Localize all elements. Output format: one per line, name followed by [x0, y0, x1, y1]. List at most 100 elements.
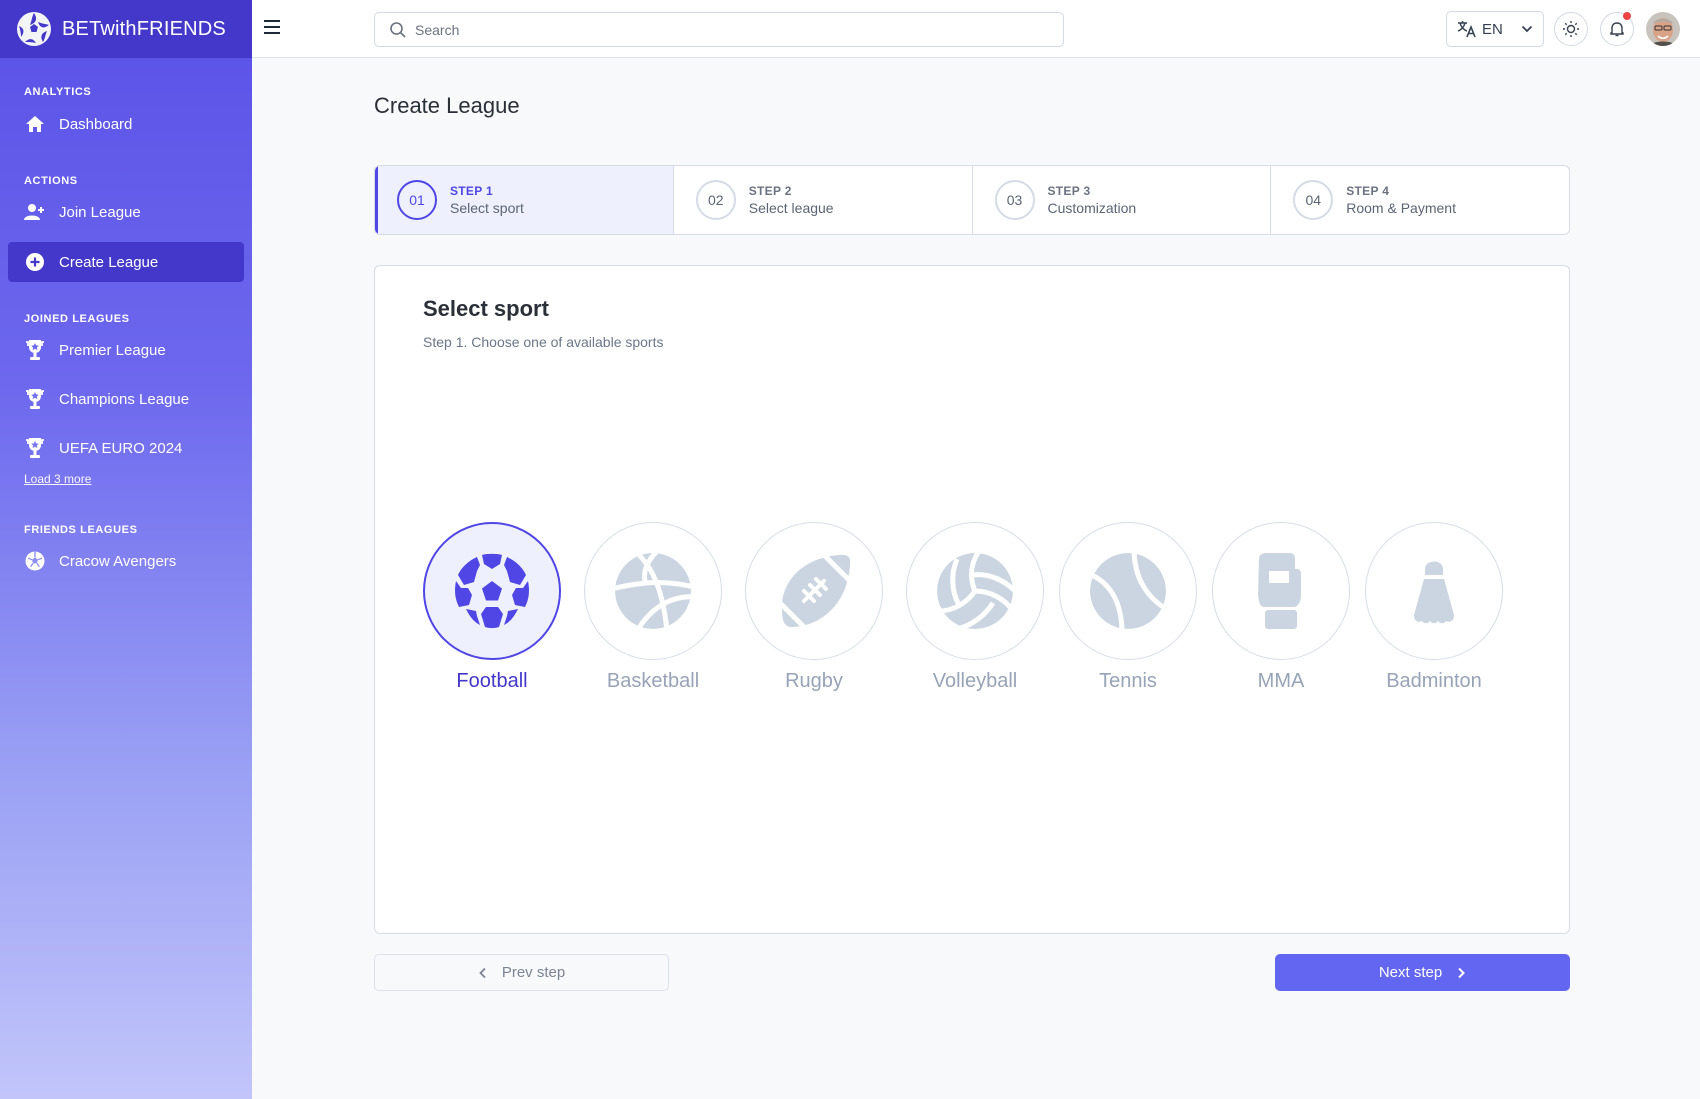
step-number: 03	[994, 180, 1035, 220]
hamburger-icon	[264, 20, 280, 34]
language-value: EN	[1482, 20, 1503, 38]
brand-name: BETwithFRIENDS	[62, 17, 226, 40]
load-more-link[interactable]: Load 3 more	[24, 472, 91, 486]
sport-option-rugby[interactable]: Rugby	[745, 522, 883, 693]
sport-name: MMA	[1257, 670, 1305, 692]
sport-circle	[584, 522, 722, 660]
step-2[interactable]: 02 STEP 2 Select league	[674, 166, 973, 234]
sidebar-item-cracow-avengers[interactable]: Cracow Avengers	[8, 541, 244, 581]
stepper: 01 STEP 1 Select sport 02 STEP 2 Select …	[374, 165, 1570, 235]
sidebar-item-champions-league[interactable]: Champions League	[8, 379, 244, 419]
chevron-down-icon	[1521, 25, 1533, 33]
brand[interactable]: BETwithFRIENDS	[0, 0, 252, 58]
sport-name: Badminton	[1386, 670, 1482, 692]
search-input[interactable]	[415, 21, 1015, 38]
sidebar-item-join-league[interactable]: Join League	[8, 192, 244, 232]
sport-circle	[1212, 522, 1350, 660]
sidebar-item-label: Premier League	[59, 341, 166, 359]
sidebar-item-premier-league[interactable]: Premier League	[8, 330, 244, 370]
trophy-icon	[24, 388, 46, 410]
user-avatar[interactable]	[1646, 12, 1680, 46]
avatar-image	[1646, 12, 1680, 46]
plus-circle-icon	[24, 251, 46, 273]
step-label: Select league	[748, 200, 834, 216]
step-4[interactable]: 04 STEP 4 Room & Payment	[1271, 166, 1569, 234]
sport-circle	[1365, 522, 1503, 660]
sidebar-item-dashboard[interactable]: Dashboard	[8, 104, 244, 144]
soccer-ball-icon	[24, 550, 46, 572]
next-step-button[interactable]: Next step	[1275, 954, 1570, 991]
sport-option-football[interactable]: Football	[423, 522, 561, 693]
basketball-icon	[615, 553, 691, 629]
sun-icon	[1563, 21, 1579, 37]
step-label: Room & Payment	[1346, 200, 1456, 216]
step-label: Customization	[1047, 200, 1137, 216]
sport-name: Volleyball	[932, 670, 1018, 692]
step-kicker: STEP 4	[1346, 184, 1390, 198]
step-1[interactable]: 01 STEP 1 Select sport	[375, 166, 674, 234]
logo-icon	[17, 12, 51, 46]
sidebar-item-label: UEFA EURO 2024	[59, 439, 183, 457]
step-label: Select sport	[450, 200, 524, 216]
sport-circle	[745, 522, 883, 660]
step-kicker: STEP 1	[450, 184, 493, 198]
notifications-button[interactable]	[1600, 12, 1634, 46]
soccer-ball-icon	[455, 553, 529, 629]
chevron-right-icon	[1458, 967, 1466, 978]
step-kicker: STEP 3	[1047, 184, 1091, 198]
sport-name: Tennis	[1099, 670, 1157, 692]
card-subtitle: Step 1. Choose one of available sports	[423, 334, 664, 350]
sidebar-item-create-league[interactable]: Create League	[8, 242, 244, 282]
language-select[interactable]: EN	[1446, 11, 1544, 47]
chevron-left-icon	[479, 967, 486, 978]
sport-option-mma[interactable]: MMA	[1212, 522, 1350, 693]
sidebar-item-label: Dashboard	[59, 115, 133, 133]
sport-circle	[423, 522, 561, 660]
step-kicker: STEP 2	[748, 184, 792, 198]
tennis-ball-icon	[1090, 553, 1166, 629]
sport-circle	[1059, 522, 1197, 660]
next-step-label: Next step	[1378, 964, 1443, 981]
trophy-icon	[24, 339, 46, 361]
volleyball-icon	[937, 553, 1013, 629]
page-title: Create League	[374, 93, 520, 118]
sport-option-badminton[interactable]: Badminton	[1365, 522, 1503, 693]
card-title: Select sport	[423, 296, 549, 321]
step-3[interactable]: 03 STEP 3 Customization	[973, 166, 1272, 234]
sidebar-item-label: Join League	[59, 203, 141, 221]
bell-icon	[1610, 22, 1624, 37]
menu-toggle-button[interactable]	[262, 17, 284, 41]
boxing-glove-icon	[1258, 553, 1301, 629]
notification-badge	[1623, 12, 1631, 20]
trophy-icon	[24, 437, 46, 459]
sport-circle	[906, 522, 1044, 660]
sidebar: BETwithFRIENDS ANALYTICS Dashboard ACTIO…	[0, 0, 252, 1099]
sport-option-volleyball[interactable]: Volleyball	[906, 522, 1044, 693]
sport-name: Rugby	[785, 670, 843, 692]
select-sport-card: Select sport Step 1. Choose one of avail…	[374, 265, 1570, 934]
sport-option-tennis[interactable]: Tennis	[1059, 522, 1197, 693]
section-joined-leagues: JOINED LEAGUES	[24, 313, 130, 325]
theme-toggle-button[interactable]	[1554, 12, 1588, 46]
prev-step-label: Prev step	[501, 964, 566, 981]
step-number: 04	[1293, 180, 1334, 220]
search-box[interactable]	[374, 12, 1064, 47]
section-analytics: ANALYTICS	[24, 86, 92, 98]
sidebar-item-label: Cracow Avengers	[59, 552, 177, 570]
prev-step-button[interactable]: Prev step	[374, 954, 669, 991]
topbar: EN	[252, 0, 1700, 58]
step-number: 01	[397, 180, 437, 220]
sport-name: Football	[456, 670, 528, 692]
sidebar-item-uefa-euro-2024[interactable]: UEFA EURO 2024	[8, 428, 244, 468]
sidebar-item-label: Create League	[59, 253, 159, 271]
home-icon	[24, 113, 46, 135]
shuttlecock-icon	[1414, 561, 1454, 624]
sport-option-basketball[interactable]: Basketball	[584, 522, 722, 693]
section-friends-leagues: FRIENDS LEAGUES	[24, 524, 138, 536]
sidebar-item-label: Champions League	[59, 390, 190, 408]
sport-name: Basketball	[606, 670, 700, 692]
section-actions: ACTIONS	[24, 175, 78, 187]
translate-icon	[1457, 21, 1476, 38]
rugby-ball-icon	[776, 553, 852, 629]
step-number: 02	[695, 180, 736, 220]
